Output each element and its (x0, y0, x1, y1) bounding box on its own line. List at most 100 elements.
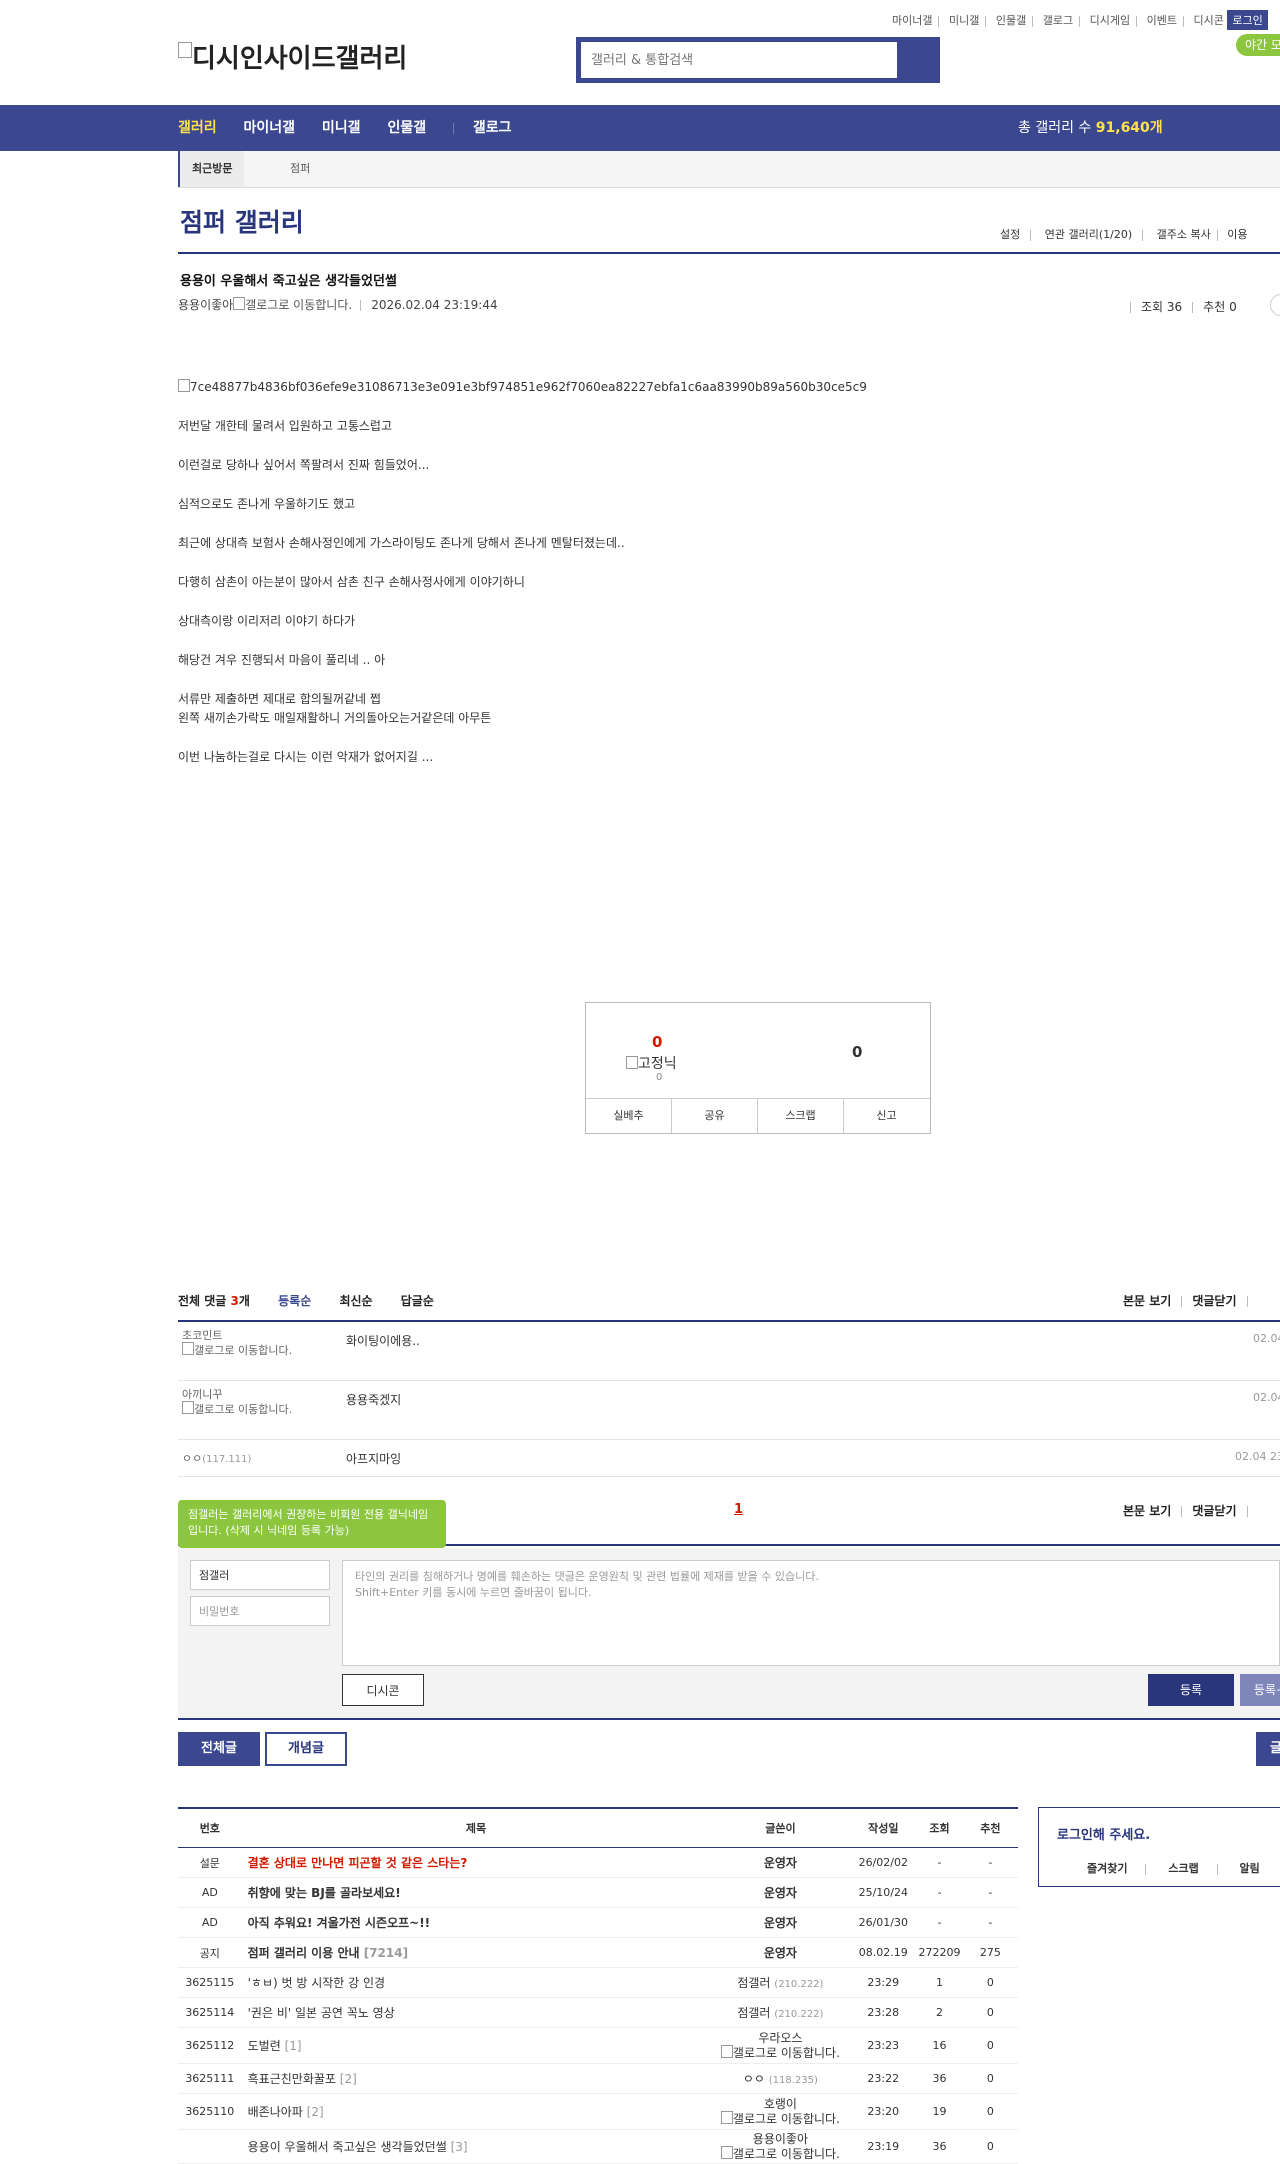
comment-nick[interactable]: 아끼니꾸 갤로그로 이동합니다. (182, 1388, 312, 1416)
nav-gallog[interactable]: 갤로그 (473, 120, 512, 136)
util-link-event[interactable]: 이벤트 (1147, 12, 1177, 28)
share-button[interactable]: 공유 (672, 1099, 758, 1133)
nav-mini[interactable]: 미니갤 (322, 120, 361, 136)
row-writer[interactable]: 운영자 (710, 1907, 851, 1938)
login-button[interactable]: 로그인 (1227, 10, 1268, 30)
table-row[interactable]: AD 아직 추워요! 겨울가전 시즌오프~!! 운영자 26/01/30 - - (178, 1907, 1018, 1938)
gallog-icon[interactable]: 갤로그로 이동합니다. (720, 2145, 840, 2161)
post-line: 다행히 삼촌이 아는분이 많아서 삼촌 친구 손해사정사에게 이야기하니 (178, 575, 525, 589)
row-date: 23:22 (850, 2063, 917, 2094)
post-recommend: 추천 0 (1203, 300, 1237, 314)
more-options-icon[interactable] (1270, 294, 1280, 316)
row-title[interactable]: 'ㅎㅂ) 벗 방 시작한 강 인경 (241, 1967, 711, 1998)
gallog-icon[interactable]: 갤로그로 이동합니다. (233, 297, 352, 312)
util-link-mini[interactable]: 미니갤 (949, 12, 979, 28)
nav-gallery[interactable]: 갤러리 (178, 120, 217, 136)
table-row[interactable]: 3625115 'ㅎㅂ) 벗 방 시작한 강 인경 점갤러 (210.222) … (178, 1967, 1018, 1998)
comment-textarea[interactable]: 타인의 권리를 침해하거나 명예를 훼손하는 댓글은 운영원칙 및 관련 법률에… (342, 1560, 1280, 1666)
util-link-dccon[interactable]: 디시콘 (1193, 12, 1223, 28)
scrap-button[interactable]: 스크랩 (758, 1099, 844, 1133)
comment-nick[interactable]: ㅇㅇ(117.111) (182, 1452, 312, 1466)
view-post-link[interactable]: 본문 보기 (1123, 1294, 1171, 1308)
tab-concept-posts[interactable]: 개념글 (265, 1732, 347, 1766)
copy-address-link[interactable]: 갤주소 복사 (1157, 228, 1211, 241)
sort-replies[interactable]: 답글순 (401, 1294, 434, 1308)
gallog-icon[interactable]: 갤로그로 이동합니다. (720, 2110, 840, 2126)
close-comments-link[interactable]: 댓글닫기 (1192, 1504, 1236, 1518)
nav-person[interactable]: 인물갤 (387, 120, 426, 136)
table-row[interactable]: 3625114 '권은 비' 일본 공연 꼭노 영상 점갤러 (210.222)… (178, 1997, 1018, 2028)
nickname-field[interactable]: 점갤러 (190, 1560, 330, 1590)
row-title[interactable]: 배존나아파 [2] (241, 2093, 711, 2130)
submit-recommend-button[interactable]: 등록+ (1240, 1674, 1280, 1706)
gallery-settings-link[interactable]: 설정 (1000, 228, 1020, 241)
row-writer[interactable]: 운영자 (710, 1877, 851, 1908)
row-title[interactable]: 도벌련 [1] (241, 2027, 711, 2064)
table-row[interactable]: 설문 결혼 상대로 만나면 피곤할 것 같은 스타는? 운영자 26/02/02… (178, 1847, 1018, 1878)
password-field[interactable]: 비밀번호 (190, 1596, 330, 1626)
gallog-icon[interactable]: 갤로그로 이동합니다. (182, 1342, 292, 1357)
table-row[interactable]: 3625110 배존나아파 [2] 호랭이 갤로그로 이동합니다. 23:20 1… (178, 2093, 1018, 2130)
upvote-count[interactable]: 0 (652, 1033, 662, 1051)
comment-nick[interactable]: 초코민트 갤로그로 이동합니다. (182, 1329, 312, 1357)
scrap-link[interactable]: 스크랩 (1168, 1862, 1198, 1875)
row-writer[interactable]: 점갤러 (210.222) (710, 1997, 851, 2028)
row-writer[interactable]: 호랭이 갤로그로 이동합니다. (710, 2093, 851, 2130)
tab-all-posts[interactable]: 전체글 (178, 1732, 260, 1766)
recent-visit-item[interactable]: 점퍼 (290, 151, 310, 187)
search-input[interactable] (581, 42, 893, 78)
row-writer[interactable]: 운영자 (710, 1847, 851, 1878)
row-title[interactable]: 아직 추워요! 겨울가전 시즌오프~!! (241, 1907, 711, 1938)
comments-header: 전체 댓글 3개 등록순 최신순 답글순 본문 보기 댓글닫기 (178, 1292, 1280, 1309)
table-row[interactable]: 3625111 흑표근친만화꿀포 [2] ㅇㅇ (118.235) 23:22 … (178, 2063, 1018, 2094)
row-writer[interactable]: 점갤러 (210.222) (710, 1967, 851, 1998)
row-title[interactable]: 결혼 상대로 만나면 피곤할 것 같은 스타는? (241, 1847, 711, 1878)
gallery-title[interactable]: 점퍼 갤러리 (180, 203, 304, 239)
comment-date: 02.04 23 (1235, 1450, 1280, 1463)
related-gallery-link[interactable]: 연관 갤러리(1/20) (1045, 228, 1132, 241)
row-title[interactable]: 점퍼 갤러리 이용 안내 [7214] (241, 1937, 711, 1968)
report-button[interactable]: 신고 (844, 1099, 929, 1133)
row-date: 08.02.19 (850, 1937, 917, 1968)
gallog-icon[interactable]: 갤로그로 이동합니다. (720, 2044, 840, 2060)
row-title[interactable]: '권은 비' 일본 공연 꼭노 영상 (241, 1997, 711, 2028)
util-link-gallog[interactable]: 갤로그 (1043, 12, 1073, 28)
submit-comment-button[interactable]: 등록 (1148, 1674, 1234, 1706)
row-number: AD (178, 1907, 242, 1938)
usage-link[interactable]: 이용 (1227, 228, 1247, 241)
login-prompt[interactable]: 로그인해 주세요. (1057, 1824, 1150, 1843)
table-row[interactable]: AD 취향에 맞는 BJ를 골라보세요! 운영자 25/10/24 - - (178, 1877, 1018, 1908)
row-date: 23:23 (850, 2027, 917, 2064)
write-post-button[interactable]: 글 (1256, 1732, 1280, 1766)
comment-list: 초코민트갤로그로 이동합니다. 화이팅이에용.. 02.04 아끼니꾸갤로그로 … (178, 1322, 1280, 1477)
notification-link[interactable]: 알림 (1240, 1862, 1260, 1875)
comment-page-link[interactable]: 1 (734, 1502, 743, 1517)
search-button[interactable] (900, 42, 936, 78)
row-title[interactable]: 흑표근친만화꿀포 [2] (241, 2063, 711, 2094)
gallog-icon[interactable]: 갤로그로 이동합니다. (182, 1401, 292, 1416)
comment-text: 용용죽겠지 (346, 1393, 402, 1407)
site-logo[interactable]: 디시인사이드갤러리 (178, 38, 407, 75)
util-link-game[interactable]: 디시게임 (1090, 12, 1130, 28)
post-author[interactable]: 용용이좋아 (178, 298, 233, 312)
table-row[interactable]: 3625112 도벌련 [1] 우라오스 갤로그로 이동합니다. 23:23 16… (178, 2027, 1018, 2064)
best-recommend-button[interactable]: 실베추 (586, 1099, 672, 1133)
row-writer[interactable]: 운영자 (710, 1937, 851, 1968)
row-title[interactable]: 취향에 맞는 BJ를 골라보세요! (241, 1877, 711, 1908)
nav-minor[interactable]: 마이너갤 (244, 120, 296, 136)
sort-latest[interactable]: 최신순 (339, 1294, 372, 1308)
night-mode-toggle[interactable]: 야간 모드 (1236, 34, 1280, 56)
row-writer[interactable]: ㅇㅇ (118.235) (710, 2063, 851, 2094)
favorites-link[interactable]: 즐겨찾기 (1087, 1862, 1127, 1875)
recent-visit-tab[interactable]: 최근방문 (178, 151, 245, 187)
view-post-link[interactable]: 본문 보기 (1123, 1504, 1171, 1518)
row-writer[interactable]: 우라오스 갤로그로 이동합니다. (710, 2027, 851, 2064)
util-link-person[interactable]: 인물갤 (996, 12, 1026, 28)
util-link-minor[interactable]: 마이너갤 (892, 12, 932, 28)
close-comments-link[interactable]: 댓글닫기 (1192, 1294, 1236, 1308)
gallery-count: 총 갤러리 수 91,640개 (1018, 120, 1163, 136)
downvote-count[interactable]: 0 (852, 1043, 862, 1061)
dccon-button[interactable]: 디시콘 (342, 1674, 424, 1706)
table-row[interactable]: 공지 점퍼 갤러리 이용 안내 [7214] 운영자 08.02.19 2722… (178, 1937, 1018, 1968)
sort-registered[interactable]: 등록순 (278, 1294, 311, 1308)
